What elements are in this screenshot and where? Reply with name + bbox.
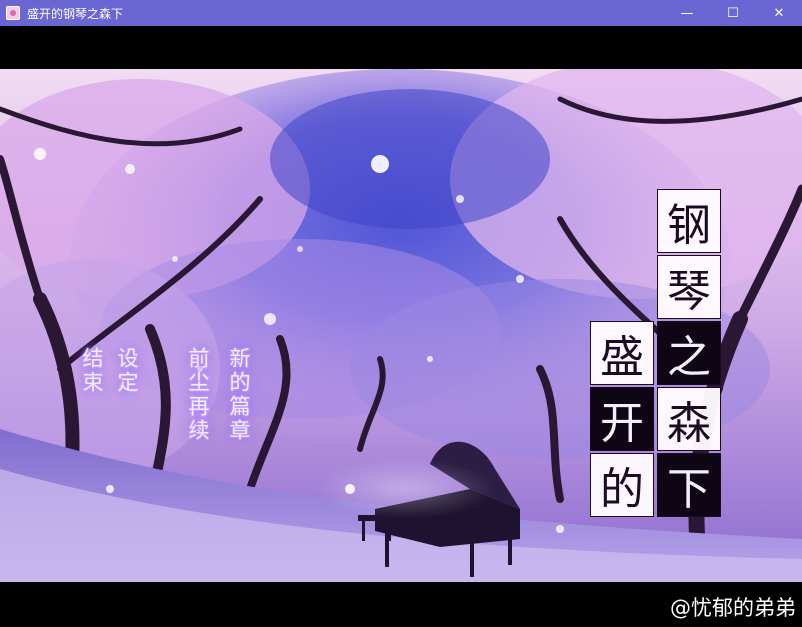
logo-char: 的 xyxy=(590,453,654,517)
menu-continue[interactable]: 前尘再续 xyxy=(183,347,213,443)
logo-char: 琴 xyxy=(657,255,721,319)
logo-char: 开 xyxy=(590,387,654,451)
maximize-button[interactable]: ☐ xyxy=(710,0,756,26)
title-screen-background: 新的篇章 前尘再续 设定 结束 钢 琴 之 森 下 盛 开 的 xyxy=(0,69,802,582)
logo-char: 之 xyxy=(657,321,721,385)
close-button[interactable]: ✕ xyxy=(756,0,802,26)
app-icon xyxy=(6,6,20,20)
logo-char: 下 xyxy=(657,453,721,517)
window-controls: — ☐ ✕ xyxy=(664,0,802,26)
logo-char: 盛 xyxy=(590,321,654,385)
menu-settings[interactable]: 设定 xyxy=(112,347,142,395)
menu-exit[interactable]: 结束 xyxy=(77,347,107,395)
game-logo: 钢 琴 之 森 下 盛 开 的 xyxy=(590,189,724,521)
letterbox-top xyxy=(0,26,802,69)
window-titlebar[interactable]: 盛开的钢琴之森下 — ☐ ✕ xyxy=(0,0,802,26)
menu-new-chapter[interactable]: 新的篇章 xyxy=(224,347,254,443)
logo-char: 钢 xyxy=(657,189,721,253)
window-title: 盛开的钢琴之森下 xyxy=(27,6,124,21)
watermark-text: @忧郁的弟弟 xyxy=(670,596,796,620)
minimize-button[interactable]: — xyxy=(664,0,710,26)
logo-char: 森 xyxy=(657,387,721,451)
